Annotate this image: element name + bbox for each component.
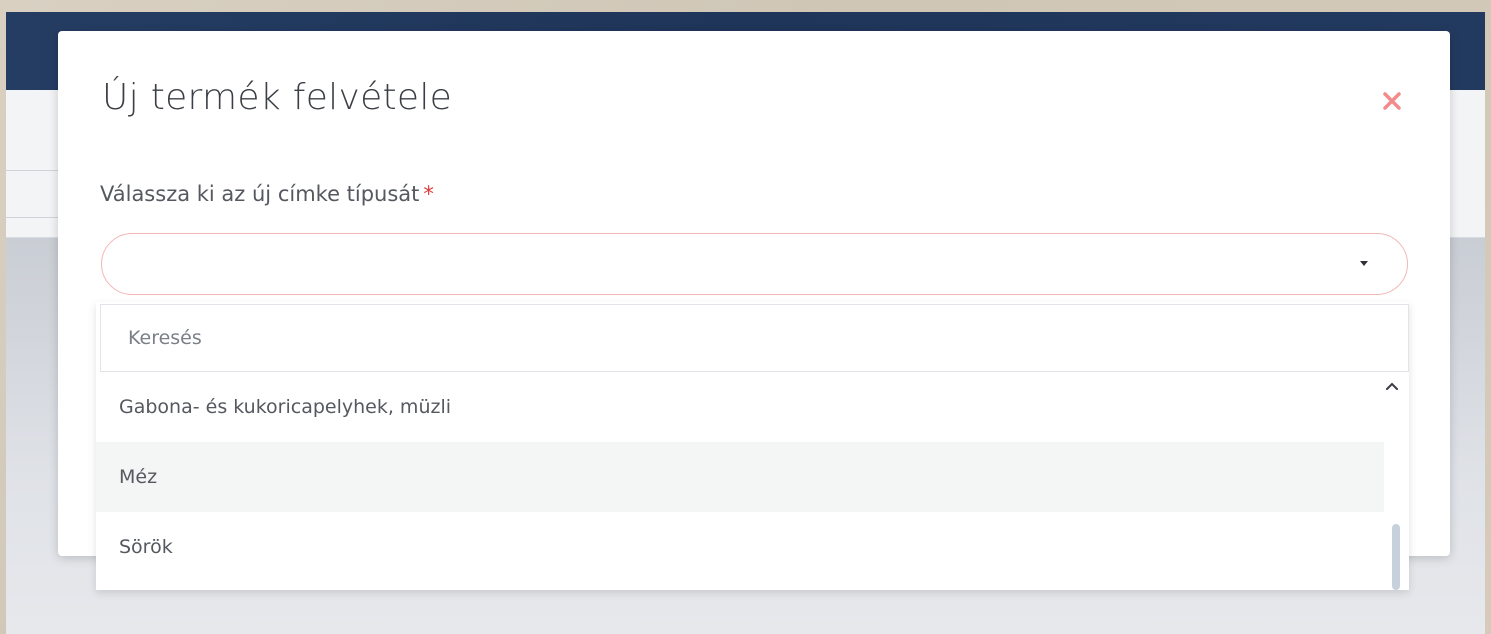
dropdown-search: [100, 304, 1409, 372]
dropdown-option-beers[interactable]: Sörök: [96, 512, 1384, 582]
dropdown-option-cereals[interactable]: Gabona- és kukoricapelyhek, müzli: [96, 372, 1384, 442]
close-x-icon: [1383, 92, 1401, 110]
dropdown-option-honey[interactable]: Méz: [96, 442, 1384, 512]
caret-down-icon: [1360, 261, 1368, 266]
label-type-field: Válassza ki az új címke típusát *: [100, 182, 434, 206]
dropdown-scrollbar-thumb[interactable]: [1392, 524, 1400, 590]
dropdown-search-input[interactable]: [101, 305, 1408, 371]
close-button[interactable]: [1380, 89, 1404, 113]
label-type-select[interactable]: [101, 233, 1408, 295]
select-dropdown: Gabona- és kukoricapelyhek, müzli Méz Sö…: [96, 302, 1409, 590]
required-marker: *: [423, 182, 434, 206]
modal-title: Új termék felvétele: [102, 77, 453, 118]
app-tab-outline: [6, 170, 66, 218]
field-label-text: Válassza ki az új címke típusát: [100, 182, 420, 206]
chevron-up-icon[interactable]: [1385, 380, 1399, 392]
